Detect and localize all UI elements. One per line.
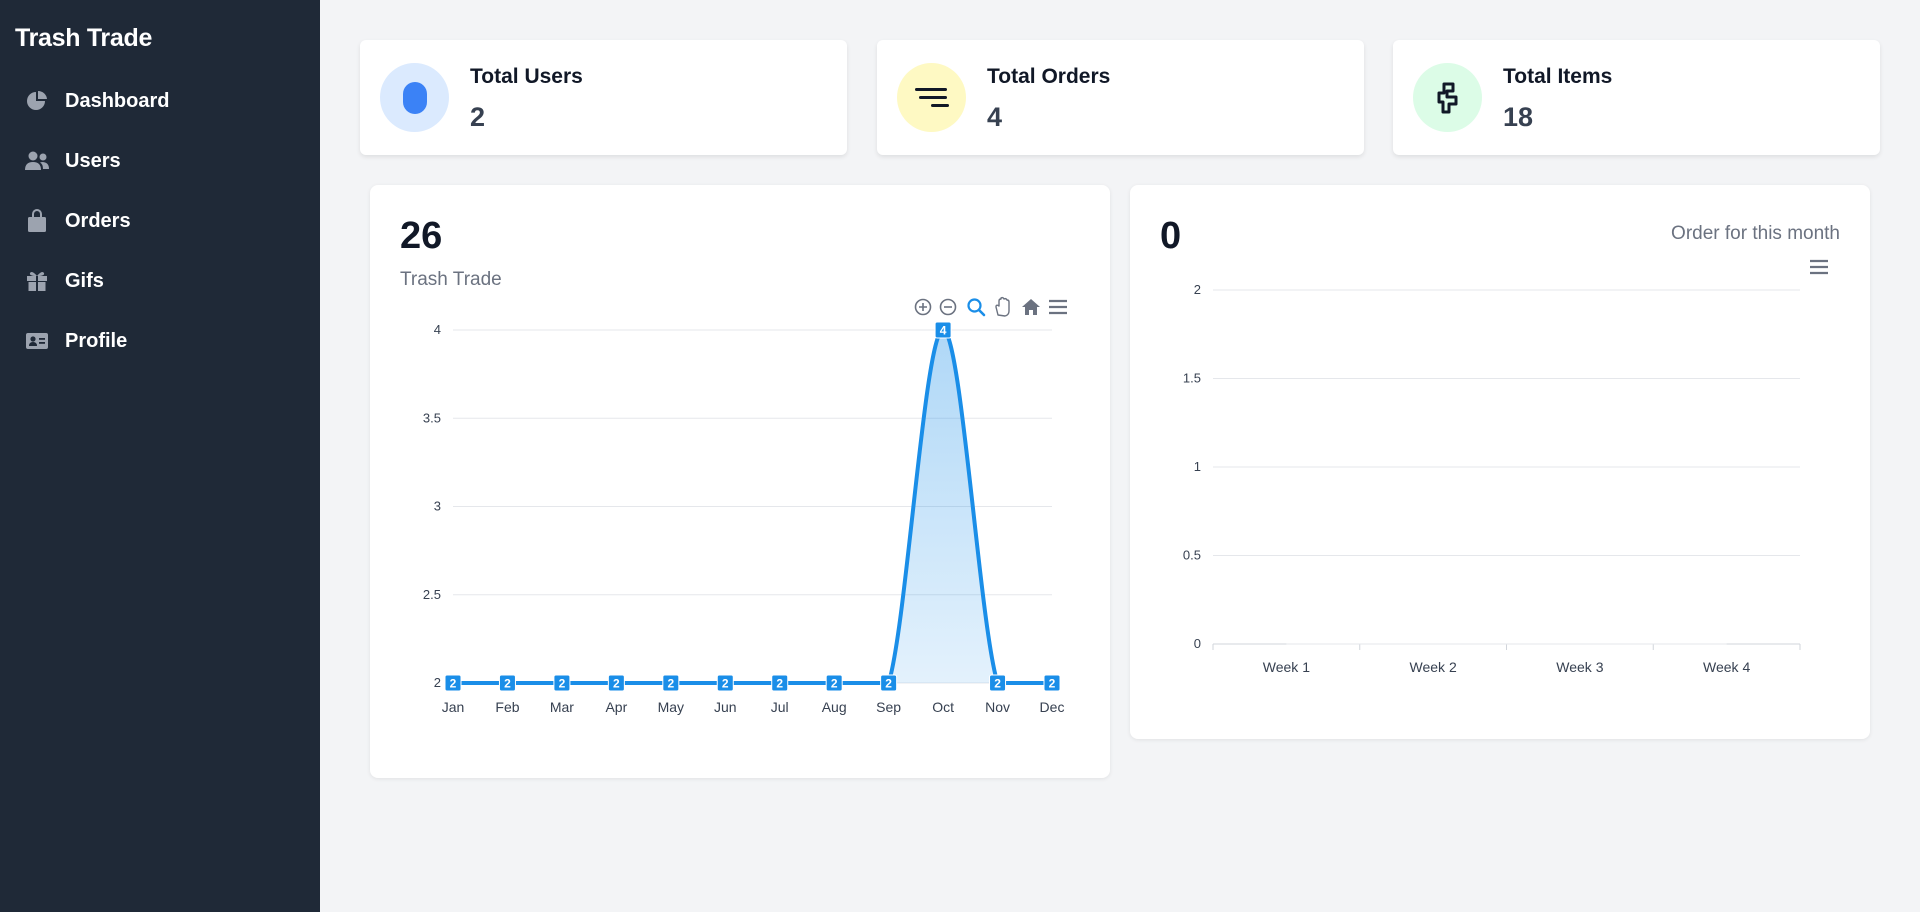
data-label: 2 — [831, 677, 838, 691]
sidebar: Trash Trade Dashboard Users Orders Gifs … — [0, 0, 320, 912]
menu-icon[interactable] — [1808, 256, 1830, 278]
x-tick-label: May — [658, 699, 684, 715]
x-tick-label: Week 2 — [1410, 659, 1457, 675]
sidebar-item-label: Profile — [65, 329, 128, 352]
monthly-chart-card: 0 Order for this month 0 0.5 1 1.5 2 Week 1 We… — [1130, 185, 1870, 739]
stat-card-orders: Total Orders 4 — [877, 40, 1364, 155]
data-label: 2 — [667, 677, 674, 691]
shopping-bag-icon — [24, 208, 50, 234]
gift-icon — [24, 268, 50, 294]
x-tick-label: Jun — [714, 699, 737, 715]
y-tick-label: 3 — [434, 499, 441, 514]
sidebar-item-label: Orders — [65, 209, 131, 232]
magnify-icon[interactable] — [965, 296, 987, 318]
puzzle-icon — [1413, 63, 1482, 132]
data-label: 4 — [940, 324, 947, 338]
pie-chart-icon — [24, 88, 50, 114]
yearly-area-chart: 22.533.542Jan2Feb2Mar2Apr2May2Jun2Jul2Au… — [423, 296, 1069, 715]
x-tick-label: Jul — [771, 699, 789, 715]
sidebar-item-orders[interactable]: Orders — [24, 201, 304, 241]
x-tick-label: Mar — [550, 699, 574, 715]
users-icon — [24, 148, 50, 174]
x-tick-label: Aug — [822, 699, 847, 715]
sidebar-item-users[interactable]: Users — [24, 141, 304, 181]
data-label: 2 — [613, 677, 620, 691]
x-tick-label: Week 1 — [1263, 659, 1310, 675]
data-label: 2 — [776, 677, 783, 691]
y-tick-label: 1.5 — [1183, 371, 1201, 386]
x-tick-label: Nov — [985, 699, 1010, 715]
id-card-icon — [24, 328, 50, 354]
stat-card-items: Total Items 18 — [1393, 40, 1880, 155]
data-label: 2 — [722, 677, 729, 691]
sidebar-item-label: Dashboard — [65, 89, 170, 112]
x-tick-label: Week 4 — [1703, 659, 1750, 675]
stat-value: 4 — [987, 102, 1003, 132]
x-tick-label: Jan — [442, 699, 465, 715]
x-tick-label: Apr — [605, 699, 627, 715]
sidebar-item-dashboard[interactable]: Dashboard — [24, 81, 304, 121]
monthly-line-chart: 0 0.5 1 1.5 2 Week 1 Week 2 Week 3 Week 4 — [1183, 256, 1830, 675]
x-tick-label: Week 3 — [1556, 659, 1603, 675]
yearly-chart-card: 26 Trash Trade 2 2.5 3 3.5 4 2 Jan 2 Feb 2 Mar 2 Apr… — [370, 185, 1110, 778]
y-tick-label: 2 — [1194, 282, 1201, 297]
home-icon[interactable] — [1020, 296, 1042, 318]
sidebar-item-label: Gifs — [65, 269, 104, 292]
y-tick-label: 0 — [1194, 636, 1201, 651]
stat-title: Total Users — [470, 65, 583, 88]
x-tick-label: Sep — [876, 699, 901, 715]
data-label: 2 — [1049, 677, 1056, 691]
pan-icon[interactable] — [992, 296, 1014, 318]
stat-title: Total Orders — [987, 65, 1111, 88]
zoom-out-icon[interactable] — [937, 296, 959, 318]
y-tick-label: 1 — [1194, 459, 1201, 474]
data-label: 2 — [450, 677, 457, 691]
user-pill-icon — [380, 63, 449, 132]
zoom-in-icon[interactable] — [912, 296, 934, 318]
sidebar-item-label: Users — [65, 149, 121, 172]
sidebar-item-gifs[interactable]: Gifs — [24, 261, 304, 301]
menu-icon[interactable] — [1047, 296, 1069, 318]
stat-value: 2 — [470, 102, 486, 132]
y-tick-label: 0.5 — [1183, 548, 1201, 563]
lines-icon — [897, 63, 966, 132]
y-tick-label: 2 — [434, 675, 441, 690]
stat-value: 18 — [1503, 102, 1534, 132]
x-tick-label: Dec — [1040, 699, 1065, 715]
y-tick-label: 3.5 — [423, 410, 441, 425]
stat-card-users: Total Users 2 — [360, 40, 847, 155]
icon-hitbox — [992, 296, 1014, 318]
x-tick-label: Feb — [495, 699, 519, 715]
y-tick-label: 4 — [434, 322, 441, 337]
y-tick-label: 2.5 — [423, 587, 441, 602]
data-label: 2 — [994, 677, 1001, 691]
data-label: 2 — [504, 677, 511, 691]
x-tick-label: Oct — [932, 699, 954, 715]
sidebar-item-profile[interactable]: Profile — [24, 321, 304, 361]
data-label: 2 — [559, 677, 566, 691]
data-label: 2 — [885, 677, 892, 691]
app-title: Trash Trade — [15, 24, 153, 52]
stat-title: Total Items — [1503, 65, 1613, 88]
